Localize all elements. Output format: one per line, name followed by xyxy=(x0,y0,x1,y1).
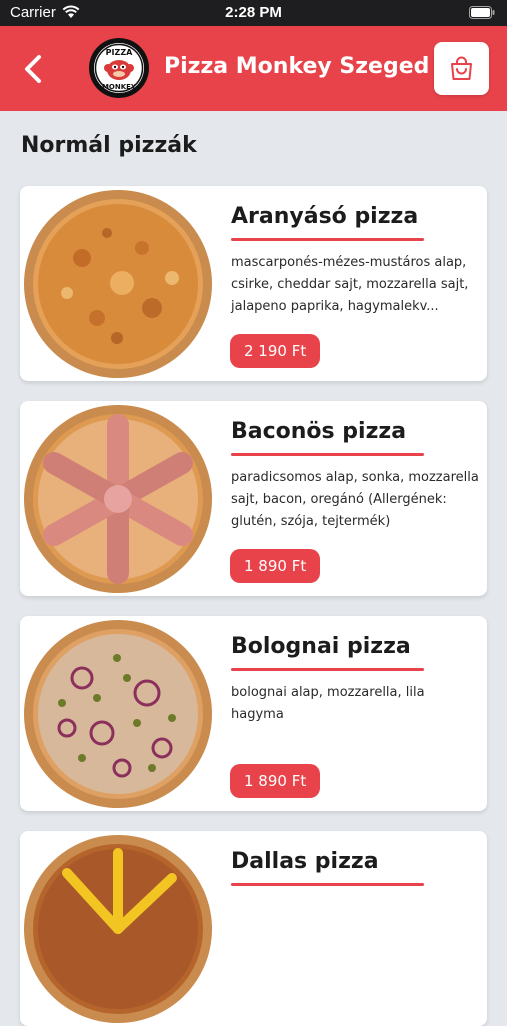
price-button[interactable]: 2 190 Ft xyxy=(230,334,321,368)
status-time: 2:28 PM xyxy=(225,4,282,21)
product-card-bolognai[interactable]: Bolognai pizza bolognai alap, mozzarella… xyxy=(20,616,487,811)
cart-button[interactable] xyxy=(434,42,489,95)
shopping-bag-icon xyxy=(451,56,472,80)
pizza-monkey-logo: PIZZA MONKEY xyxy=(89,38,149,98)
header-title: Pizza Monkey Szeged xyxy=(164,54,430,79)
svg-text:MONKEY: MONKEY xyxy=(102,83,137,91)
pizza-image xyxy=(24,835,212,1023)
pizza-name: Aranyásó pizza xyxy=(231,204,419,229)
pizza-image xyxy=(24,620,212,808)
pizza-image xyxy=(24,405,212,593)
name-underline xyxy=(231,238,424,241)
pizza-description: bolognai alap, mozzarella, lila hagyma xyxy=(231,685,425,722)
app-header: PIZZA MONKEY Pizza Monkey Szeged xyxy=(0,26,507,111)
status-bar: Carrier 2:28 PM xyxy=(0,0,507,26)
pizza-name: Bolognai pizza xyxy=(231,634,411,659)
product-card-dallas[interactable]: Dallas pizza xyxy=(20,831,487,1026)
product-card-baconos[interactable]: Baconös pizza paradicsomos alap, sonka, … xyxy=(20,401,487,596)
price-button[interactable]: 1 890 Ft xyxy=(230,764,321,798)
price-button[interactable]: 1 890 Ft xyxy=(230,549,321,583)
pizza-name: Dallas pizza xyxy=(231,849,379,874)
pizza-description: paradicsomos alap, sonka, mozzarella saj… xyxy=(231,470,479,529)
battery-icon xyxy=(469,6,495,19)
name-underline xyxy=(231,883,424,886)
section-title: Normál pizzák xyxy=(21,133,197,158)
name-underline xyxy=(231,453,424,456)
pizza-name: Baconös pizza xyxy=(231,419,407,444)
name-underline xyxy=(231,668,424,671)
chevron-left-icon xyxy=(25,55,41,83)
svg-text:PIZZA: PIZZA xyxy=(106,48,133,57)
back-button[interactable] xyxy=(18,52,50,86)
pizza-image xyxy=(24,190,212,378)
product-card-aranyaso[interactable]: Aranyásó pizza mascarponés-mézes-mustáro… xyxy=(20,186,487,381)
pizza-description: mascarponés-mézes-mustáros alap, csirke,… xyxy=(231,255,469,314)
